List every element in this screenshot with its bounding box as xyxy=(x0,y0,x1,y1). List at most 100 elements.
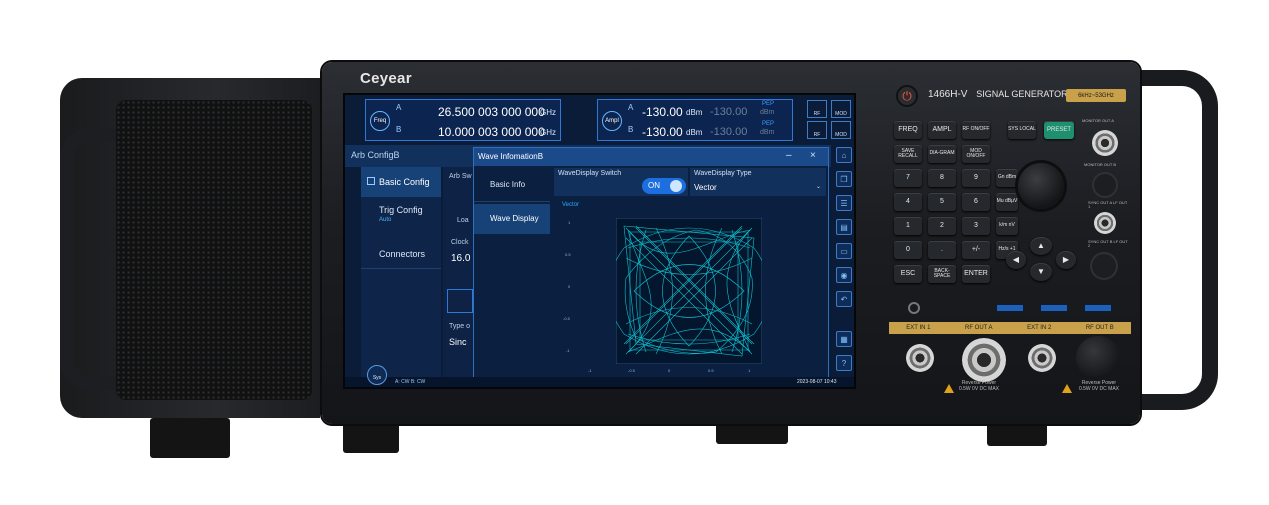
digit-4[interactable]: 4 xyxy=(894,193,922,211)
undo-icon[interactable]: ↶ xyxy=(836,291,852,307)
wave-info-dialog: Wave InfomationB – × Basic Info Wave Dis… xyxy=(473,147,829,379)
digit-7[interactable]: 7 xyxy=(894,169,922,187)
ampl-a-pep-unit: dBm xyxy=(760,109,775,116)
list-icon[interactable]: ☰ xyxy=(836,195,852,211)
help-icon[interactable]: ? xyxy=(836,355,852,371)
decimal-key[interactable]: . xyxy=(928,241,956,259)
mod-b-label: MOD xyxy=(835,132,847,138)
toggle-knob xyxy=(670,180,682,192)
digit-8[interactable]: 8 xyxy=(928,169,956,187)
layers-icon[interactable]: ❐ xyxy=(836,171,852,187)
rf-out-b-label: RF OUT B xyxy=(1085,325,1114,331)
switch-field: WaveDisplay Switch ON xyxy=(554,168,688,196)
usb-port-2[interactable] xyxy=(1040,304,1068,312)
clock-value[interactable]: 16.0 xyxy=(451,253,470,264)
tab-wave-display[interactable]: Wave Display xyxy=(474,204,550,234)
enter-key[interactable]: ENTER xyxy=(962,265,990,283)
unit-k[interactable]: k/m nV xyxy=(996,217,1018,235)
reverse-a-spec: 0.5W 0V DC MAX xyxy=(958,386,999,392)
unit-g[interactable]: Gn dBm xyxy=(996,169,1018,187)
ampl-block[interactable]: Ampl A B -130.00 dBm PEP -130.00 dBm -13… xyxy=(597,99,793,141)
usb-port-3[interactable] xyxy=(1084,304,1112,312)
plot-x-ticks: -1 -0.5 0 0.5 1 xyxy=(588,368,788,376)
wave-display-toggle[interactable]: ON xyxy=(642,178,686,194)
left-menu: Basic Config Trig Config Auto Connectors xyxy=(361,167,441,377)
warning-icon-a xyxy=(944,384,954,393)
digit-6[interactable]: 6 xyxy=(962,193,990,211)
x-tick: 1 xyxy=(748,368,751,373)
arrow-up-icon[interactable]: ▲ xyxy=(1030,237,1052,255)
type-select-value: Vector xyxy=(694,183,717,192)
arrow-pad: ▲ ▼ ◀ ▶ xyxy=(1006,237,1078,285)
sys-local-key[interactable]: SYS LOCAL xyxy=(1008,121,1036,139)
rotary-knob[interactable] xyxy=(1018,163,1064,209)
datetime: 2023-08-07 10:43 xyxy=(797,379,837,385)
preset-key[interactable]: PRESET xyxy=(1044,121,1074,139)
mod-a-button[interactable]: MOD xyxy=(831,100,851,118)
sys-button[interactable]: Sys xyxy=(367,365,387,385)
ampl-a-label: A xyxy=(628,103,634,112)
y-tick: -0.5 xyxy=(563,316,570,321)
ampl-a-pep-value: -130.00 xyxy=(710,106,748,118)
tab-basic-label: Basic Info xyxy=(490,180,526,189)
ampl-key[interactable]: AMPL xyxy=(928,121,956,139)
digit-2[interactable]: 2 xyxy=(928,217,956,235)
type-select[interactable]: WaveDisplay Type Vector ⌄ xyxy=(690,168,826,196)
freq-b-unit: GHz xyxy=(540,128,556,137)
x-tick: -0.5 xyxy=(628,368,635,373)
sign-key[interactable]: +/- xyxy=(962,241,990,259)
menu-item-basic-config[interactable]: Basic Config xyxy=(361,167,441,197)
rf-out-b-cap xyxy=(1076,336,1120,380)
clock-label: Clock xyxy=(451,239,469,246)
headphone-icon xyxy=(908,302,920,314)
mod-onoff-key[interactable]: MOD ON/OFF xyxy=(962,145,990,163)
digit-5[interactable]: 5 xyxy=(928,193,956,211)
freq-key[interactable]: FREQ xyxy=(894,121,922,139)
menu-item-connectors[interactable]: Connectors xyxy=(361,241,441,269)
arrow-down-icon[interactable]: ▼ xyxy=(1030,263,1052,281)
display-icon[interactable]: ▭ xyxy=(836,243,852,259)
ampl-b-pep-unit: dBm xyxy=(760,129,775,136)
y-tick: 0 xyxy=(568,284,571,289)
backspace-key[interactable]: BACK-SPACE xyxy=(928,265,956,283)
wave-preview-box[interactable] xyxy=(447,289,473,313)
freq-a-label: A xyxy=(396,103,402,112)
chevron-down-icon: ⌄ xyxy=(816,184,822,190)
home-icon[interactable]: ⌂ xyxy=(836,147,852,163)
type-value[interactable]: Sinc xyxy=(449,337,467,347)
freq-block[interactable]: Freq A B 26.500 003 000 000 GHz 10.000 0… xyxy=(365,99,561,141)
arrow-right-icon[interactable]: ▶ xyxy=(1056,251,1076,269)
mod-b-button[interactable]: MOD xyxy=(831,121,851,139)
menu-item-trig-config[interactable]: Trig Config Auto xyxy=(361,201,441,233)
load-label[interactable]: Loa xyxy=(457,217,469,224)
rf-onoff-key[interactable]: RF ON/OFF xyxy=(962,121,990,139)
ampl-badge[interactable]: Ampl xyxy=(602,111,622,131)
usb-port-1[interactable] xyxy=(996,304,1024,312)
monitor-a-connector xyxy=(1092,130,1118,156)
diagram-key[interactable]: DIA-GRAM xyxy=(928,145,956,163)
power-button[interactable]: ⏻ xyxy=(896,85,918,107)
close-icon[interactable]: × xyxy=(810,150,816,161)
esc-key[interactable]: ESC xyxy=(894,265,922,283)
unit-m[interactable]: Mu dBμV xyxy=(996,193,1018,211)
reverse-power-b: Reverse Power 0.5W 0V DC MAX xyxy=(1064,380,1134,392)
sync-a-connector xyxy=(1094,212,1116,234)
digit-3[interactable]: 3 xyxy=(962,217,990,235)
freq-badge[interactable]: Freq xyxy=(370,111,390,131)
tab-display-label: Wave Display xyxy=(490,214,539,223)
digit-0[interactable]: 0 xyxy=(894,241,922,259)
camera-icon[interactable]: ◉ xyxy=(836,267,852,283)
rf-a-button[interactable]: RF xyxy=(807,100,827,118)
brand-logo: Ceyear xyxy=(360,70,412,87)
grid-icon[interactable]: ▦ xyxy=(836,331,852,347)
freq-range-badge: 6kHz~53GHz xyxy=(1066,89,1126,102)
minimize-icon[interactable]: – xyxy=(786,150,792,161)
arrow-left-icon[interactable]: ◀ xyxy=(1006,251,1026,269)
save-icon[interactable]: ▤ xyxy=(836,219,852,235)
digit-9[interactable]: 9 xyxy=(962,169,990,187)
digit-1[interactable]: 1 xyxy=(894,217,922,235)
tab-basic-info[interactable]: Basic Info xyxy=(474,168,550,202)
rf-b-button[interactable]: RF xyxy=(807,121,827,139)
plot-y-ticks: 1 0.5 0 -0.5 -1 xyxy=(560,220,580,353)
save-recall-key[interactable]: SAVE RECALL xyxy=(894,145,922,163)
